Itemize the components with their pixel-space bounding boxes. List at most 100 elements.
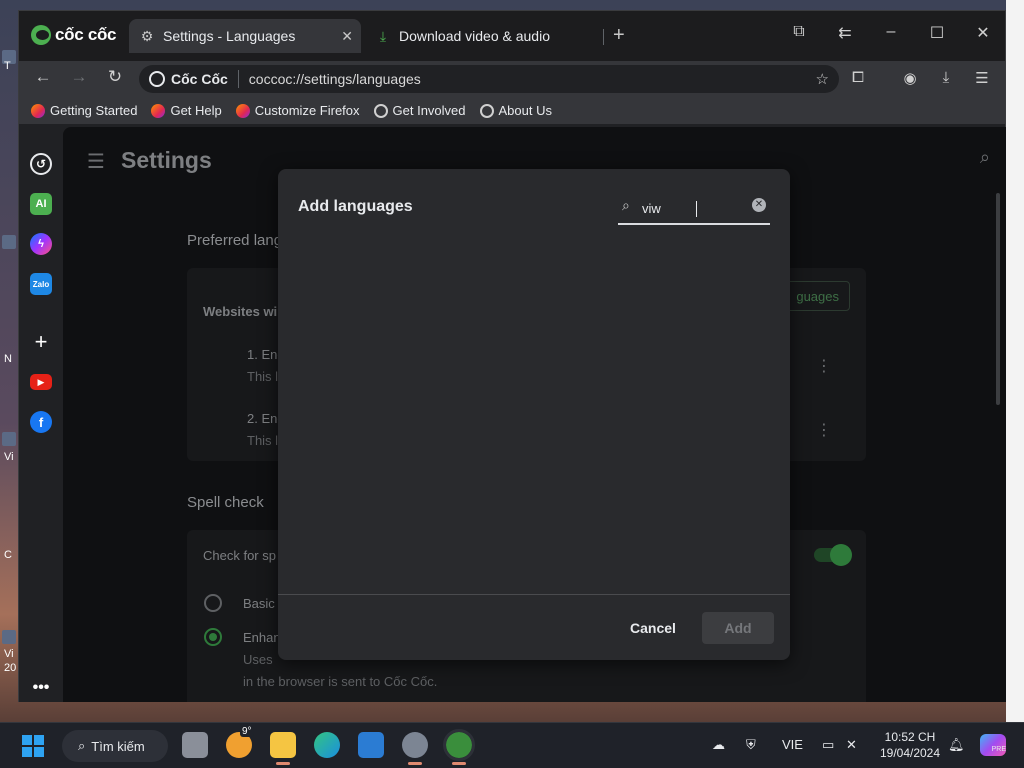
downloads-icon[interactable]: ⤓ bbox=[935, 69, 957, 86]
desktop-icon[interactable] bbox=[2, 432, 16, 446]
task-view-icon[interactable] bbox=[182, 732, 208, 758]
language-search-input[interactable] bbox=[642, 198, 742, 218]
history-icon[interactable]: ↺ bbox=[30, 153, 52, 175]
enhanced-desc: Uses bbox=[243, 652, 273, 667]
new-tab-icon[interactable]: + bbox=[613, 24, 625, 47]
address-bar[interactable]: Cốc Cốc coccoc://settings/languages ☆ bbox=[139, 65, 839, 93]
windows-taskbar: ⌕ Tìm kiếm 9° ☁ ⛨ VIE ▭ ✕ 10:52 CH 19/04… bbox=[0, 722, 1024, 768]
page-scrollbar[interactable] bbox=[996, 193, 1000, 405]
input-language[interactable]: VIE bbox=[782, 737, 803, 752]
extensions-icon[interactable]: ⧠ bbox=[847, 69, 869, 86]
tab-download-video[interactable]: ⤓ Download video & audio bbox=[369, 19, 599, 53]
sidebar-toggle-icon[interactable]: ⇇ bbox=[833, 23, 857, 43]
download-icon: ⤓ bbox=[379, 27, 387, 44]
dialog-title: Add languages bbox=[298, 198, 413, 215]
copilot-badge: PRE bbox=[991, 746, 1006, 753]
hamburger-menu-icon[interactable]: ☰ bbox=[87, 149, 105, 174]
kebab-menu-icon[interactable]: ⋮ bbox=[816, 420, 832, 440]
firefox-icon bbox=[151, 103, 166, 118]
enhanced-spell-check-radio[interactable] bbox=[204, 628, 222, 646]
page-title: Settings bbox=[121, 147, 212, 173]
spell-check-toggle[interactable] bbox=[814, 544, 852, 566]
reload-icon[interactable]: ↻ bbox=[103, 67, 127, 87]
language-desc: This l bbox=[247, 433, 279, 448]
screen-capture-icon[interactable]: ⧉ bbox=[787, 23, 811, 41]
defender-icon[interactable]: ⛨ bbox=[746, 737, 756, 753]
close-icon[interactable]: ✕ bbox=[341, 28, 353, 45]
tab-label: Download video & audio bbox=[399, 28, 550, 44]
clear-search-icon[interactable]: ✕ bbox=[752, 198, 766, 212]
add-button[interactable]: Add bbox=[702, 612, 774, 644]
start-button[interactable] bbox=[22, 735, 44, 757]
add-icon[interactable]: + bbox=[30, 329, 52, 354]
coccoc-logo-icon bbox=[31, 25, 51, 45]
coccoc-site-icon bbox=[149, 71, 165, 87]
enhanced-desc: in the browser is sent to Cốc Cốc. bbox=[243, 674, 438, 689]
ai-icon[interactable]: AI bbox=[30, 193, 52, 215]
notification-bell-icon[interactable]: 🔔︎ bbox=[948, 737, 965, 753]
basic-label: Basic bbox=[243, 596, 275, 611]
youtube-icon[interactable]: ▶ bbox=[30, 374, 52, 390]
tab-separator bbox=[603, 29, 604, 45]
bookmark-get-involved[interactable]: Get Involved bbox=[373, 103, 466, 118]
bookmarks-bar: Getting Started Get Help Customize Firef… bbox=[19, 97, 1005, 125]
facebook-icon[interactable]: f bbox=[30, 411, 52, 433]
zalo-icon[interactable]: Zalo bbox=[30, 273, 52, 295]
settings-app-icon[interactable] bbox=[402, 732, 428, 765]
close-window-icon[interactable]: ✕ bbox=[971, 23, 995, 43]
weather-badge: 9° bbox=[240, 726, 254, 737]
coccoc-taskbar-icon[interactable] bbox=[443, 729, 475, 765]
basic-spell-check-radio[interactable] bbox=[204, 594, 222, 612]
bookmark-customize-firefox[interactable]: Customize Firefox bbox=[235, 103, 360, 118]
file-explorer-icon[interactable] bbox=[270, 732, 296, 765]
windows-logo-pane bbox=[34, 735, 44, 745]
site-badge[interactable]: Cốc Cốc bbox=[149, 70, 239, 88]
edge-icon[interactable] bbox=[314, 732, 340, 758]
desktop-icon[interactable] bbox=[2, 235, 16, 249]
more-icon[interactable]: ••• bbox=[30, 677, 52, 699]
copilot-icon[interactable]: PRE bbox=[980, 734, 1006, 756]
logo-text: cốc cốc bbox=[55, 25, 117, 44]
tab-settings-languages[interactable]: ⚙ Settings - Languages ✕ bbox=[129, 19, 361, 53]
forward-icon[interactable]: → bbox=[67, 67, 91, 87]
bookmark-label: Customize Firefox bbox=[254, 103, 360, 118]
language-search-box[interactable]: ⌕ ✕ bbox=[618, 193, 770, 225]
cancel-button[interactable]: Cancel bbox=[618, 612, 688, 644]
network-icon[interactable]: ▭ bbox=[822, 737, 834, 753]
search-icon[interactable]: ⌕ bbox=[980, 147, 990, 168]
volume-muted-icon[interactable]: ✕ bbox=[846, 737, 857, 753]
bookmark-label: Get Involved bbox=[392, 103, 466, 118]
cloud-offline-icon[interactable]: ☁ bbox=[712, 737, 725, 753]
desktop-window-edge bbox=[1006, 0, 1024, 722]
minimize-icon[interactable]: – bbox=[879, 23, 903, 41]
kebab-menu-icon[interactable]: ⋮ bbox=[816, 356, 832, 376]
store-icon[interactable] bbox=[358, 732, 384, 758]
taskbar-clock[interactable]: 10:52 CH 19/04/2024 bbox=[872, 729, 948, 761]
firefox-icon bbox=[235, 103, 250, 118]
weather-icon[interactable]: 9° bbox=[226, 726, 254, 758]
messenger-icon[interactable]: ϟ bbox=[30, 233, 52, 255]
back-icon[interactable]: ← bbox=[31, 67, 55, 87]
clock-date: 19/04/2024 bbox=[879, 746, 941, 760]
globe-icon bbox=[479, 103, 494, 118]
bookmark-about-us[interactable]: About Us bbox=[479, 103, 552, 118]
desktop-label: C bbox=[4, 549, 12, 561]
language-desc: This l bbox=[247, 369, 279, 384]
menu-icon[interactable]: ☰ bbox=[971, 69, 993, 87]
enhanced-label: Enhan bbox=[243, 630, 281, 645]
taskbar-search-label: Tìm kiếm bbox=[91, 738, 145, 754]
desktop-icon[interactable] bbox=[2, 630, 16, 644]
browser-toolbar: ← → ↻ Cốc Cốc coccoc://settings/language… bbox=[19, 61, 1005, 97]
coccoc-logo[interactable]: cốc cốc bbox=[31, 25, 117, 45]
url-text[interactable]: coccoc://settings/languages bbox=[249, 71, 421, 87]
maximize-icon[interactable]: ☐ bbox=[925, 23, 949, 43]
profile-icon[interactable]: ◉ bbox=[899, 69, 921, 87]
taskbar-search[interactable]: ⌕ Tìm kiếm bbox=[62, 730, 168, 762]
check-for-spelling-label: Check for sp bbox=[203, 548, 276, 563]
tab-strip: cốc cốc ⚙ Settings - Languages ✕ ⤓ Downl… bbox=[19, 11, 1005, 61]
text-cursor bbox=[696, 201, 697, 217]
gear-icon: ⚙ bbox=[140, 27, 154, 44]
bookmark-getting-started[interactable]: Getting Started bbox=[31, 103, 137, 118]
bookmark-get-help[interactable]: Get Help bbox=[151, 103, 222, 118]
bookmark-star-icon[interactable]: ☆ bbox=[816, 70, 829, 88]
